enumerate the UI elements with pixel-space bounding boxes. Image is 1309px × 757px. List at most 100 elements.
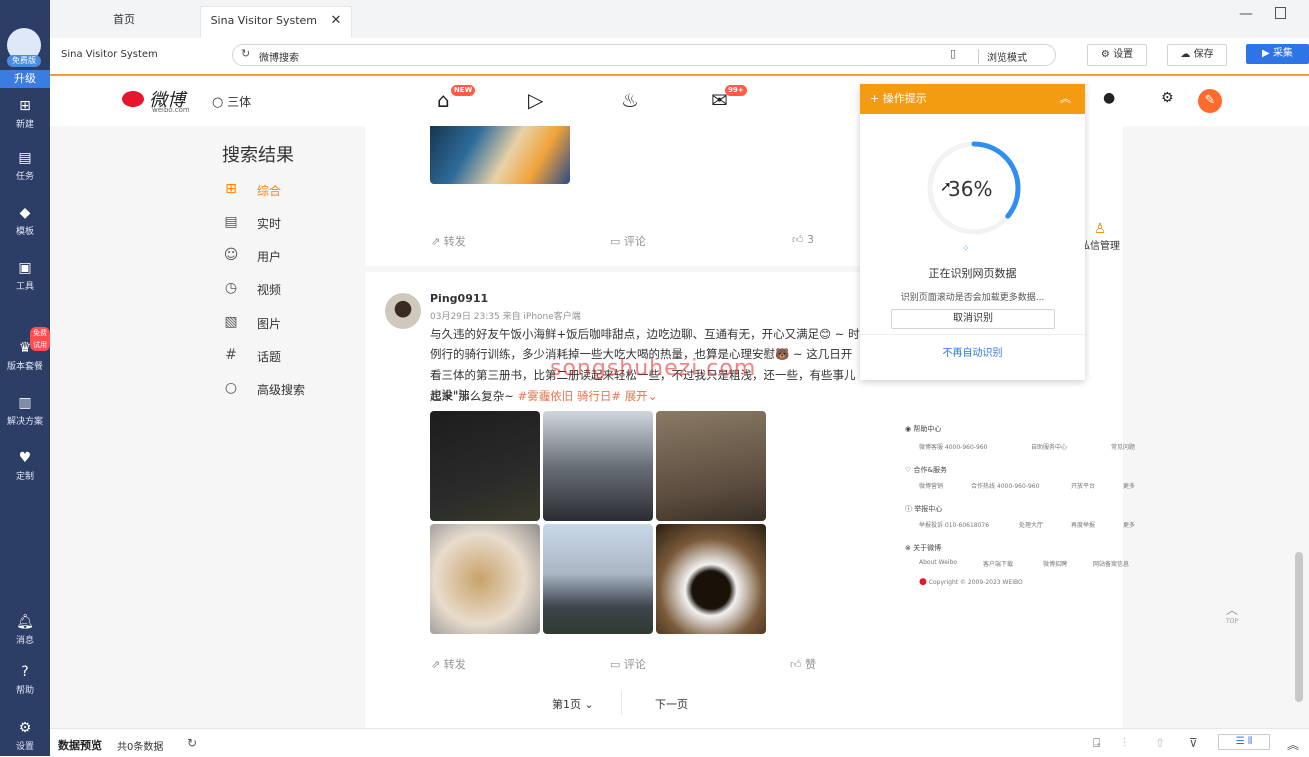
chart-icon[interactable]: ⫶ xyxy=(1123,736,1126,751)
sidebar-item-custom[interactable]: ♥ 定制 xyxy=(0,450,50,482)
footer-link[interactable]: 常见问题 xyxy=(1111,442,1135,451)
footer-link[interactable]: 微博营销 xyxy=(919,481,943,490)
footer-link[interactable]: 再度举报 xyxy=(1071,520,1095,529)
loading-spinner-icon: ⁘ xyxy=(962,244,970,254)
collapse-up-icon[interactable]: ︽ xyxy=(1287,736,1299,753)
footer-link[interactable]: 开放平台 xyxy=(1071,481,1095,490)
address-input[interactable]: 微博搜索 xyxy=(259,49,299,64)
footer-link[interactable]: 微博招聘 xyxy=(1043,559,1067,568)
template-icon: ◆ xyxy=(19,205,31,221)
address-row: Sina Visitor System ↻ 微博搜索 ▯ 浏览模式 ⚙ 设置 ☁… xyxy=(50,38,1309,76)
sidebar-item-new[interactable]: ⊞ 新建 xyxy=(0,98,50,130)
sidebar-item-templates[interactable]: ◆ 模板 xyxy=(0,205,50,237)
comment-icon: ▭ xyxy=(610,658,621,671)
sidebar-item-messages[interactable]: 🔔︎ 消息 xyxy=(0,614,50,646)
footer-link[interactable]: 客户端下载 xyxy=(983,559,1013,568)
post1-repost[interactable]: ⇗ 转发 xyxy=(431,233,466,249)
disable-auto-recognition-link[interactable]: 不再自动识别 xyxy=(860,344,1085,359)
settings-button[interactable]: ⚙ 设置 xyxy=(1087,44,1147,66)
refresh-icon[interactable]: ↻ xyxy=(187,736,197,750)
browse-mode-button[interactable]: 浏览模式 xyxy=(978,49,1027,64)
post2-comment[interactable]: ▭ 评论 xyxy=(610,656,646,672)
weibo-logo[interactable]: 微博 weibo.com xyxy=(122,86,190,114)
filter-icon[interactable]: ⊽ xyxy=(1189,736,1198,750)
post2-photo[interactable] xyxy=(656,411,766,521)
export-icon[interactable]: ⍈ xyxy=(1093,736,1100,751)
post2-expand[interactable]: 展开⌄ xyxy=(625,389,658,403)
list-view-icon[interactable]: ☰ ⦀ xyxy=(1218,734,1270,750)
post2-avatar[interactable] xyxy=(385,293,421,329)
page-divider xyxy=(621,691,622,715)
data-preview-label[interactable]: 数据预览 xyxy=(58,737,102,753)
sidebar-item-help[interactable]: ? 帮助 xyxy=(0,664,50,696)
footer-link[interactable]: 网站备案信息 xyxy=(1093,559,1129,568)
game-nav[interactable]: ● xyxy=(1103,90,1115,106)
message-nav[interactable]: ✉ 99+ xyxy=(711,85,747,112)
back-to-top-button[interactable]: ︿ TOP xyxy=(1226,601,1238,625)
sidebar-item-tools[interactable]: ▣ 工具 xyxy=(0,260,50,292)
user-icon: ♙ xyxy=(1093,221,1107,237)
bottom-bar: 数据预览 共0条数据 ↻ ⍈ ⫶ ⇧ ⊽ ☰ ⦀ ︽ xyxy=(50,728,1309,757)
collapse-icon[interactable]: ︽ xyxy=(1060,84,1071,114)
footer-link[interactable]: 自助服务中心 xyxy=(1031,442,1067,451)
play-icon: ◷ xyxy=(224,280,238,296)
tab-home[interactable]: 首页 xyxy=(50,6,198,38)
sidebar-item-tasks[interactable]: ▤ 任务 xyxy=(0,150,50,182)
footer-link[interactable]: 处理大厅 xyxy=(1019,520,1043,529)
next-page-button[interactable]: 下一页 xyxy=(655,696,688,712)
maximize-icon[interactable] xyxy=(1275,7,1286,19)
footer-link[interactable]: 举报投诉 010-60618076 xyxy=(919,520,989,529)
refresh-icon[interactable]: ↻ xyxy=(241,47,250,60)
post2-line: 与久违的好友午饭小海鲜+饭后咖啡甜点，边吃边聊、互通有无，开心又满足😊 ~ 时 xyxy=(430,327,860,341)
weibo-search[interactable]: ○ 三体 xyxy=(212,93,251,110)
image-icon: ▧ xyxy=(224,314,238,330)
post2-photo[interactable] xyxy=(543,524,653,634)
sidebar-item-solutions[interactable]: ▥ 解决方案 xyxy=(0,395,50,427)
home-icon: ⌂ xyxy=(437,88,450,112)
popup-header[interactable]: + 操作提示 ︽ xyxy=(860,84,1085,114)
footer-link[interactable]: 更多 xyxy=(1123,520,1135,529)
post1-like[interactable]: 👍︎ 3 xyxy=(792,233,814,246)
footer-link[interactable]: 微博客服 4000-960-960 xyxy=(919,442,987,451)
sidebar-item-settings[interactable]: ⚙ 设置 xyxy=(0,720,50,752)
weibo-eye-icon xyxy=(122,91,144,107)
post2-photo[interactable] xyxy=(543,411,653,521)
video-nav[interactable]: ▷ xyxy=(528,88,543,112)
page-select[interactable]: 第1页 ⌄ xyxy=(552,696,594,712)
post2-tags[interactable]: #雾霾依旧 骑行日# xyxy=(518,389,621,403)
upgrade-button[interactable]: 升级 xyxy=(0,70,50,88)
about-icon: ⊗ xyxy=(905,544,911,552)
close-icon[interactable]: ✕ xyxy=(331,13,342,28)
tab-sina-visitor[interactable]: Sina Visitor System ✕ xyxy=(200,6,352,39)
copyright: ● Copyright © 2009-2023 WEIBO xyxy=(919,577,1023,587)
post1-image[interactable] xyxy=(430,126,570,184)
page-title: Sina Visitor System xyxy=(61,49,158,60)
upload-icon[interactable]: ⇧ xyxy=(1155,736,1165,750)
post2-like[interactable]: 👍︎ 赞 xyxy=(790,656,816,672)
footer-link[interactable]: 更多 xyxy=(1123,481,1135,490)
page-icon[interactable]: ▯ xyxy=(950,47,956,60)
sidebar-item-plans[interactable]: ♛ 版本套餐 xyxy=(0,340,50,372)
compose-button[interactable]: ✎ xyxy=(1198,89,1222,113)
save-button[interactable]: ☁ 保存 xyxy=(1167,44,1227,66)
settings-nav[interactable]: ⚙ xyxy=(1161,90,1174,106)
footer-about-title: ⊗ 关于微博 xyxy=(905,544,942,552)
footer-link[interactable]: About Weibo xyxy=(919,559,957,566)
page-scrollbar[interactable] xyxy=(1295,552,1303,702)
msg-manage[interactable]: ♙ 私信管理 xyxy=(1080,221,1120,252)
post2-photo[interactable] xyxy=(430,411,540,521)
minimize-icon[interactable]: — xyxy=(1239,6,1253,22)
hot-nav[interactable]: ♨ xyxy=(621,88,639,112)
home-nav[interactable]: ⌂ NEW xyxy=(437,85,476,112)
post2-username[interactable]: Ping0911 xyxy=(430,292,488,305)
footer-link[interactable]: 合作热线 4000-960-960 xyxy=(971,481,1039,490)
post2-photo[interactable] xyxy=(656,524,766,634)
post2-photo[interactable] xyxy=(430,524,540,634)
post2-repost[interactable]: ⇗ 转发 xyxy=(431,656,466,672)
address-bar[interactable]: ↻ 微博搜索 ▯ 浏览模式 xyxy=(232,44,1056,66)
collect-button[interactable]: ▶ 采集 xyxy=(1246,44,1309,64)
post1-comment[interactable]: ▭ 评论 xyxy=(610,233,646,249)
popup-status: 正在识别网页数据 xyxy=(928,267,1017,280)
share-icon: ⇗ xyxy=(431,235,441,248)
cancel-recognition-button[interactable]: 取消识别 xyxy=(891,309,1055,329)
